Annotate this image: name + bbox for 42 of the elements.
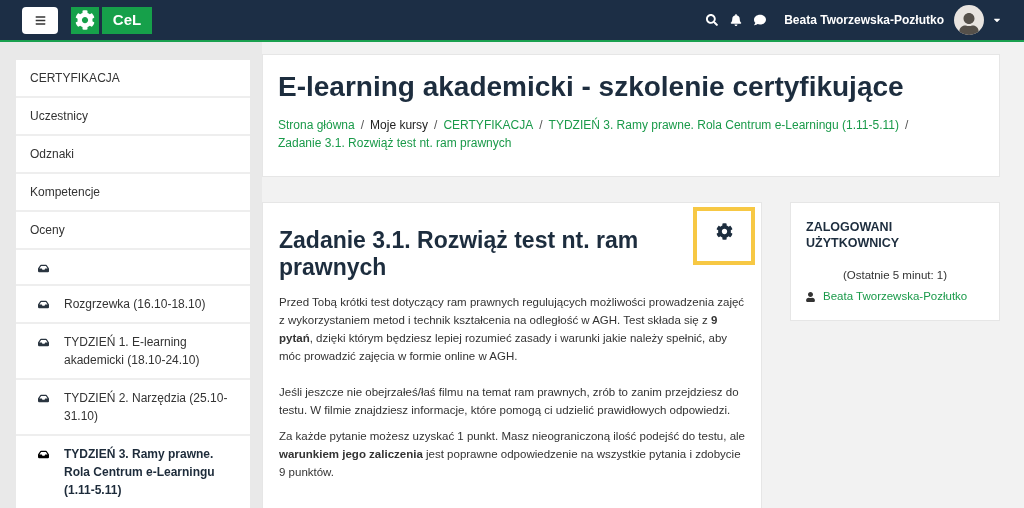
breadcrumb-separator: / <box>359 117 366 134</box>
breadcrumb-link[interactable]: TYDZIEŃ 3. Ramy prawne. Rola Centrum e-Learningu (1.11-5.11) <box>548 117 899 134</box>
settings-button[interactable] <box>693 207 755 265</box>
breadcrumb-link[interactable]: CERTYFIKACJA <box>443 117 534 134</box>
sidebar-item[interactable]: TYDZIEŃ 3. Ramy prawne. Rola Centrum e-Learningu (1.11-5.11) <box>16 436 250 508</box>
user-icon <box>806 291 815 302</box>
notifications-icon[interactable] <box>730 14 743 26</box>
sidebar-item[interactable]: Uczestnicy <box>16 98 250 136</box>
sidebar-item[interactable]: Odznaki <box>16 136 250 174</box>
messages-icon[interactable] <box>754 14 767 26</box>
inbox-icon <box>38 263 49 274</box>
inbox-icon <box>38 337 49 348</box>
menu-icon <box>34 14 46 26</box>
course-title: E-learning akademicki - szkolenie certyfikujące <box>278 70 905 104</box>
user-name[interactable]: Beata Tworzewska-Pozłutko <box>784 11 944 29</box>
user-avatar[interactable] <box>954 5 984 35</box>
sidebar-item[interactable]: Rozgrzewka (16.10-18.10) <box>16 286 250 324</box>
menu-button[interactable] <box>22 6 58 34</box>
inbox-icon <box>38 299 49 310</box>
settings-icon <box>715 223 733 240</box>
block-title: ZALOGOWANI UŻYTKOWNICY <box>806 219 901 251</box>
sidebar-item[interactable]: Oceny <box>16 212 250 250</box>
sidebar-item[interactable]: Kompetencje <box>16 174 250 212</box>
logo-gear-icon <box>71 6 99 34</box>
description-paragraph: Przed Tobą krótki test dotyczący ram prawnych regulujących możliwości prowadzenia zajęć z wykorzystaniem metod i technik kształcenia na odległość w AGH. Test składa się z 9 pytań, dzięki którym będziesz lepiej rozumieć zasady i warunki jakie należy spełnić, aby móc prowadzić zajęcia w formie online w AGH. <box>279 295 745 364</box>
inbox-icon <box>38 393 49 404</box>
online-summary: (Ostatnie 5 minut: 1) <box>841 268 949 283</box>
description-paragraph: Jeśli jeszcze nie obejrzałeś/łaś filmu na temat ram prawnych, zrób to zanim przejdziesz do testu. W filmie znajdziesz informacje, które pomogą ci udzielić prawidłowych odpowiedzi. <box>279 385 740 418</box>
sidebar-item[interactable]: TYDZIEŃ 1. E-learning akademicki (18.10-24.10) <box>16 324 250 380</box>
breadcrumb-separator: / <box>433 117 439 134</box>
search-icon[interactable] <box>706 14 719 26</box>
breadcrumb-text: Moje kursy <box>370 117 429 134</box>
breadcrumb-link[interactable]: Zadanie 3.1. Rozwiąż test nt. ram prawnych <box>278 135 512 152</box>
description-paragraph: Za każde pytanie możesz uzyskać 1 punkt. Masz nieograniczoną ilość podejść do testu, ale warunkiem jego zaliczenia jest poprawne odpowiedzenie na wszystkie pytania i zdobycie 9 punktów. <box>279 429 745 480</box>
user-link[interactable]: Beata Tworzewska-Pozłutko <box>823 288 968 306</box>
breadcrumb-separator: / <box>903 117 910 134</box>
sidebar-item[interactable]: TYDZIEŃ 2. Narzędzia (25.10-31.10) <box>16 380 250 436</box>
breadcrumb-link[interactable]: Strona główna <box>278 117 355 134</box>
activity-title: Zadanie 3.1. Rozwiąż test nt. ram prawnych <box>279 227 640 281</box>
breadcrumb-separator: / <box>538 117 544 134</box>
sidebar-item[interactable]: CERTYFIKACJA <box>16 60 250 98</box>
inbox-icon <box>38 449 49 460</box>
